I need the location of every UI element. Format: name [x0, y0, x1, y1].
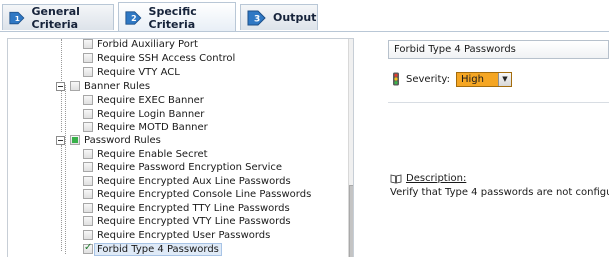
tab-divider: [0, 31, 609, 32]
tree-item-label: Forbid Type 4 Passwords: [94, 242, 222, 256]
tree-guide: [61, 91, 62, 132]
tree-item[interactable]: Require SSH Access Control: [83, 51, 235, 65]
tree-item[interactable]: Require Login Banner: [83, 107, 204, 121]
tree-item[interactable]: Require VTY ACL: [83, 65, 180, 79]
tree-item-label: Require VTY ACL: [97, 66, 180, 78]
rule-checkbox[interactable]: [83, 109, 93, 119]
tree-group-label: Password Rules: [84, 134, 161, 146]
description-label: Description:: [406, 173, 467, 184]
tree-item[interactable]: Require Encrypted Console Line Passwords: [83, 187, 311, 201]
description-text: Verify that Type 4 passwords are not con…: [390, 187, 609, 198]
tree-item-label: Require SSH Access Control: [97, 52, 236, 64]
tree-guide: [61, 145, 62, 251]
description-heading: Description:: [390, 173, 466, 184]
tab-number: 3: [254, 14, 260, 24]
rule-checkbox[interactable]: [83, 67, 93, 77]
severity-row: Severity: High ▼: [390, 71, 512, 87]
tree-item[interactable]: Require Encrypted VTY Line Passwords: [83, 214, 291, 228]
rule-title-field: Forbid Type 4 Passwords: [388, 40, 609, 59]
tree-guide: [65, 85, 66, 140]
rule-checkbox[interactable]: [83, 203, 93, 213]
tree-item[interactable]: Require EXEC Banner: [83, 93, 204, 107]
tab-label: Specific Criteria: [148, 4, 197, 31]
step-2-icon: 2: [125, 10, 142, 25]
rule-checkbox[interactable]: [83, 122, 93, 132]
tree-group-banner-rules[interactable]: Banner Rules: [56, 79, 150, 93]
tree-item-label: Require Encrypted User Passwords: [97, 229, 271, 241]
traffic-light-icon: [393, 72, 399, 86]
group-checkbox-partial[interactable]: [70, 135, 80, 145]
step-1-icon: 1: [9, 11, 25, 24]
tree-item-label: Forbid Auxiliary Port: [97, 38, 198, 50]
tree-item[interactable]: Require Encrypted User Passwords: [83, 228, 270, 242]
tree-item-label: Require Login Banner: [97, 108, 205, 120]
rule-checkbox[interactable]: [83, 162, 93, 172]
rule-checkbox[interactable]: [83, 216, 93, 226]
rule-checkbox[interactable]: [83, 176, 93, 186]
severity-dropdown[interactable]: High ▼: [455, 71, 512, 87]
rule-detail-panel: Forbid Type 4 Passwords Severity: High ▼…: [388, 38, 609, 257]
tab-general-criteria[interactable]: 1 General Criteria: [2, 4, 114, 31]
severity-value: High: [460, 73, 484, 85]
tree-item-label: Require Encrypted TTY Line Passwords: [97, 202, 290, 214]
tree-item-label: Require MOTD Banner: [97, 121, 208, 133]
tree-scrollbar[interactable]: [348, 39, 353, 257]
step-3-icon: 3: [247, 10, 266, 25]
book-icon: [390, 174, 402, 183]
tree-item-label: Require Password Encryption Service: [97, 161, 283, 173]
tab-number: 2: [131, 14, 136, 23]
tab-output[interactable]: 3 Output: [240, 4, 318, 30]
tab-label: Output: [273, 11, 317, 24]
section-divider: [388, 102, 609, 103]
tree-guide: [65, 139, 66, 254]
tree-item[interactable]: Require Encrypted TTY Line Passwords: [83, 201, 290, 215]
tree-item[interactable]: Forbid Auxiliary Port: [83, 38, 198, 51]
tree-item[interactable]: Require Enable Secret: [83, 147, 208, 161]
tree-group-label: Banner Rules: [84, 80, 151, 92]
tree-item[interactable]: Require Encrypted Aux Line Passwords: [83, 174, 291, 188]
tree-item[interactable]: Require MOTD Banner: [83, 120, 208, 134]
tab-bar: 1 General Criteria 2 Specific Criteria 3…: [0, 0, 609, 32]
tree-item-label: Require Encrypted Aux Line Passwords: [97, 175, 291, 187]
tree-group-password-rules[interactable]: Password Rules: [56, 133, 161, 147]
rule-checkbox[interactable]: [83, 95, 93, 105]
tree-item-label: Require Enable Secret: [97, 148, 208, 160]
rule-checkbox[interactable]: [83, 189, 93, 199]
tab-number: 1: [15, 13, 20, 22]
rule-checkbox[interactable]: [83, 39, 93, 49]
tree-item-selected[interactable]: Forbid Type 4 Passwords: [83, 242, 222, 256]
rule-checkbox-checked[interactable]: [83, 242, 93, 254]
tab-specific-criteria[interactable]: 2 Specific Criteria: [118, 2, 236, 32]
tree-item-label: Require EXEC Banner: [97, 94, 204, 106]
scrollbar-thumb[interactable]: [349, 185, 353, 257]
group-checkbox[interactable]: [70, 81, 80, 91]
tab-label: General Criteria: [31, 4, 80, 31]
rule-tree-panel: Forbid Auxiliary Port Require SSH Access…: [7, 38, 354, 257]
tree-item-label: Require Encrypted VTY Line Passwords: [97, 215, 291, 227]
rule-checkbox[interactable]: [83, 53, 93, 63]
chevron-down-icon[interactable]: ▼: [497, 72, 511, 86]
rule-checkbox[interactable]: [83, 149, 93, 159]
tree-item[interactable]: Require Password Encryption Service: [83, 160, 282, 174]
tree-item-label: Require Encrypted Console Line Passwords: [97, 188, 312, 200]
collapse-icon[interactable]: [56, 81, 65, 91]
severity-label: Severity:: [406, 73, 450, 85]
rule-checkbox[interactable]: [83, 230, 93, 240]
collapse-icon[interactable]: [56, 135, 65, 145]
